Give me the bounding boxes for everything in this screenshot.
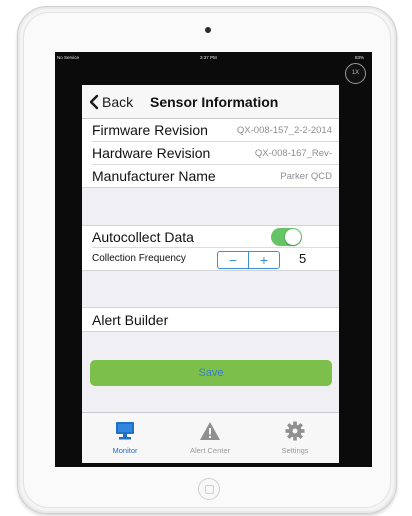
autocollect-label: Autocollect Data [92, 229, 194, 245]
info-row-value: QX-008-157_2-2-2014 [236, 125, 332, 136]
row-divider [82, 331, 339, 332]
info-row-value: QX-008-167_Rev- [254, 148, 332, 159]
home-button[interactable] [198, 478, 220, 500]
increment-button[interactable]: + [249, 252, 279, 268]
tab-label: Monitor [112, 446, 138, 455]
toggle-knob [285, 229, 301, 245]
tab-label: Settings [281, 446, 309, 455]
app-window: Back Sensor Information Firmware Revisio… [82, 85, 339, 463]
info-row-label: Manufacturer Name [92, 168, 216, 184]
status-time: 3:37 PM [200, 55, 217, 60]
info-row-label: Firmware Revision [92, 122, 208, 138]
gear-icon [285, 421, 305, 441]
collection-frequency-row: Collection Frequency − + 5 [82, 248, 339, 271]
info-row-label: Hardware Revision [92, 145, 211, 161]
row-divider [82, 187, 339, 188]
tab-monitor[interactable]: Monitor [85, 413, 165, 463]
back-button[interactable]: Back [87, 94, 133, 110]
tab-bar: Monitor Alert Center Settings [82, 412, 339, 463]
row-divider [82, 225, 339, 226]
tab-settings[interactable]: Settings [255, 413, 335, 463]
autocollect-row: Autocollect Data [82, 225, 339, 248]
row-divider [82, 307, 339, 308]
zoom-badge[interactable]: 1X [345, 63, 366, 84]
chevron-left-icon [89, 94, 99, 110]
back-label: Back [102, 94, 134, 110]
navigation-bar: Back Sensor Information [82, 85, 339, 119]
info-row-hardware: Hardware Revision QX-008-167_Rev- [82, 142, 339, 165]
battery-level: 83% [354, 55, 364, 60]
warning-icon [200, 422, 220, 440]
alert-builder-row[interactable]: Alert Builder [82, 307, 339, 332]
info-row-firmware: Firmware Revision QX-008-157_2-2-2014 [82, 119, 339, 142]
tab-alert-center[interactable]: Alert Center [170, 413, 250, 463]
frequency-value: 5 [299, 251, 307, 266]
carrier-label: No Service [57, 55, 80, 60]
monitor-icon [116, 422, 134, 440]
frequency-stepper: − + [217, 251, 280, 269]
info-row-manufacturer: Manufacturer Name Parker QCD [82, 165, 339, 188]
row-divider [82, 270, 339, 271]
info-row-value: Parker QCD [280, 171, 332, 182]
autocollect-toggle[interactable] [271, 228, 302, 246]
tab-label: Alert Center [189, 446, 231, 455]
save-button[interactable]: Save [90, 360, 332, 386]
screen: No Service 3:37 PM 83% 1X Back Sensor In… [55, 52, 372, 467]
page-title: Sensor Information [150, 94, 279, 110]
status-bar: No Service 3:37 PM 83% [55, 52, 372, 64]
camera-icon [205, 27, 211, 33]
alert-builder-label: Alert Builder [92, 312, 169, 328]
collection-frequency-label: Collection Frequency [92, 253, 186, 264]
decrement-button[interactable]: − [218, 252, 248, 268]
